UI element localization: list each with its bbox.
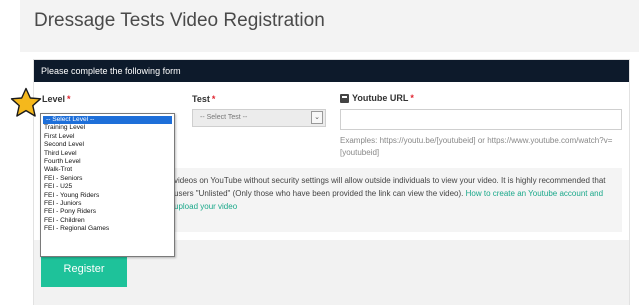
level-label: Level * xyxy=(42,94,71,104)
test-required-mark: * xyxy=(211,94,216,104)
youtube-url-label: Youtube URL * xyxy=(340,93,414,103)
level-option[interactable]: FEI - Children xyxy=(41,217,174,225)
level-option[interactable]: FEI - Seniors xyxy=(41,175,174,183)
level-option[interactable]: First Level xyxy=(41,133,174,141)
level-dropdown-list[interactable]: -- Select Level -- Training Level First … xyxy=(40,113,175,257)
level-option[interactable]: FEI - U25 xyxy=(41,183,174,191)
level-option[interactable]: -- Select Level -- xyxy=(43,116,172,125)
level-option[interactable]: FEI - Regional Games xyxy=(41,225,174,233)
form-header: Please complete the following form xyxy=(34,60,629,82)
youtube-url-label-text: Youtube URL xyxy=(352,93,409,103)
youtube-url-input[interactable] xyxy=(340,109,622,130)
level-option[interactable]: Second Level xyxy=(41,141,174,149)
test-select-value: -- Select Test -- xyxy=(200,114,248,121)
register-button[interactable]: Register xyxy=(41,252,127,287)
youtube-required-mark: * xyxy=(410,93,414,103)
test-label: Test * xyxy=(192,94,215,104)
level-option[interactable]: FEI - Juniors xyxy=(41,200,174,208)
chevron-down-icon[interactable]: ⌄ xyxy=(311,111,323,124)
test-select[interactable]: -- Select Test -- ⌄ xyxy=(192,109,326,127)
youtube-url-examples: Examples: https://youtu.be/[youtubeid] o… xyxy=(340,136,613,157)
level-option[interactable]: Training Level xyxy=(41,124,174,132)
test-label-text: Test xyxy=(192,94,210,104)
level-option[interactable]: FEI - Young Riders xyxy=(41,192,174,200)
star-icon xyxy=(10,87,42,117)
level-option[interactable]: FEI - Pony Riders xyxy=(41,208,174,216)
privacy-notice-text: videos on YouTube without security setti… xyxy=(174,174,618,213)
level-option[interactable]: Fourth Level xyxy=(41,158,174,166)
page-title: Dressage Tests Video Registration xyxy=(34,10,325,31)
level-required-mark: * xyxy=(67,94,71,104)
level-option[interactable]: Walk-Trot xyxy=(41,166,174,174)
level-label-text: Level xyxy=(42,94,66,104)
youtube-icon xyxy=(340,93,349,103)
level-option[interactable]: Third Level xyxy=(41,150,174,158)
